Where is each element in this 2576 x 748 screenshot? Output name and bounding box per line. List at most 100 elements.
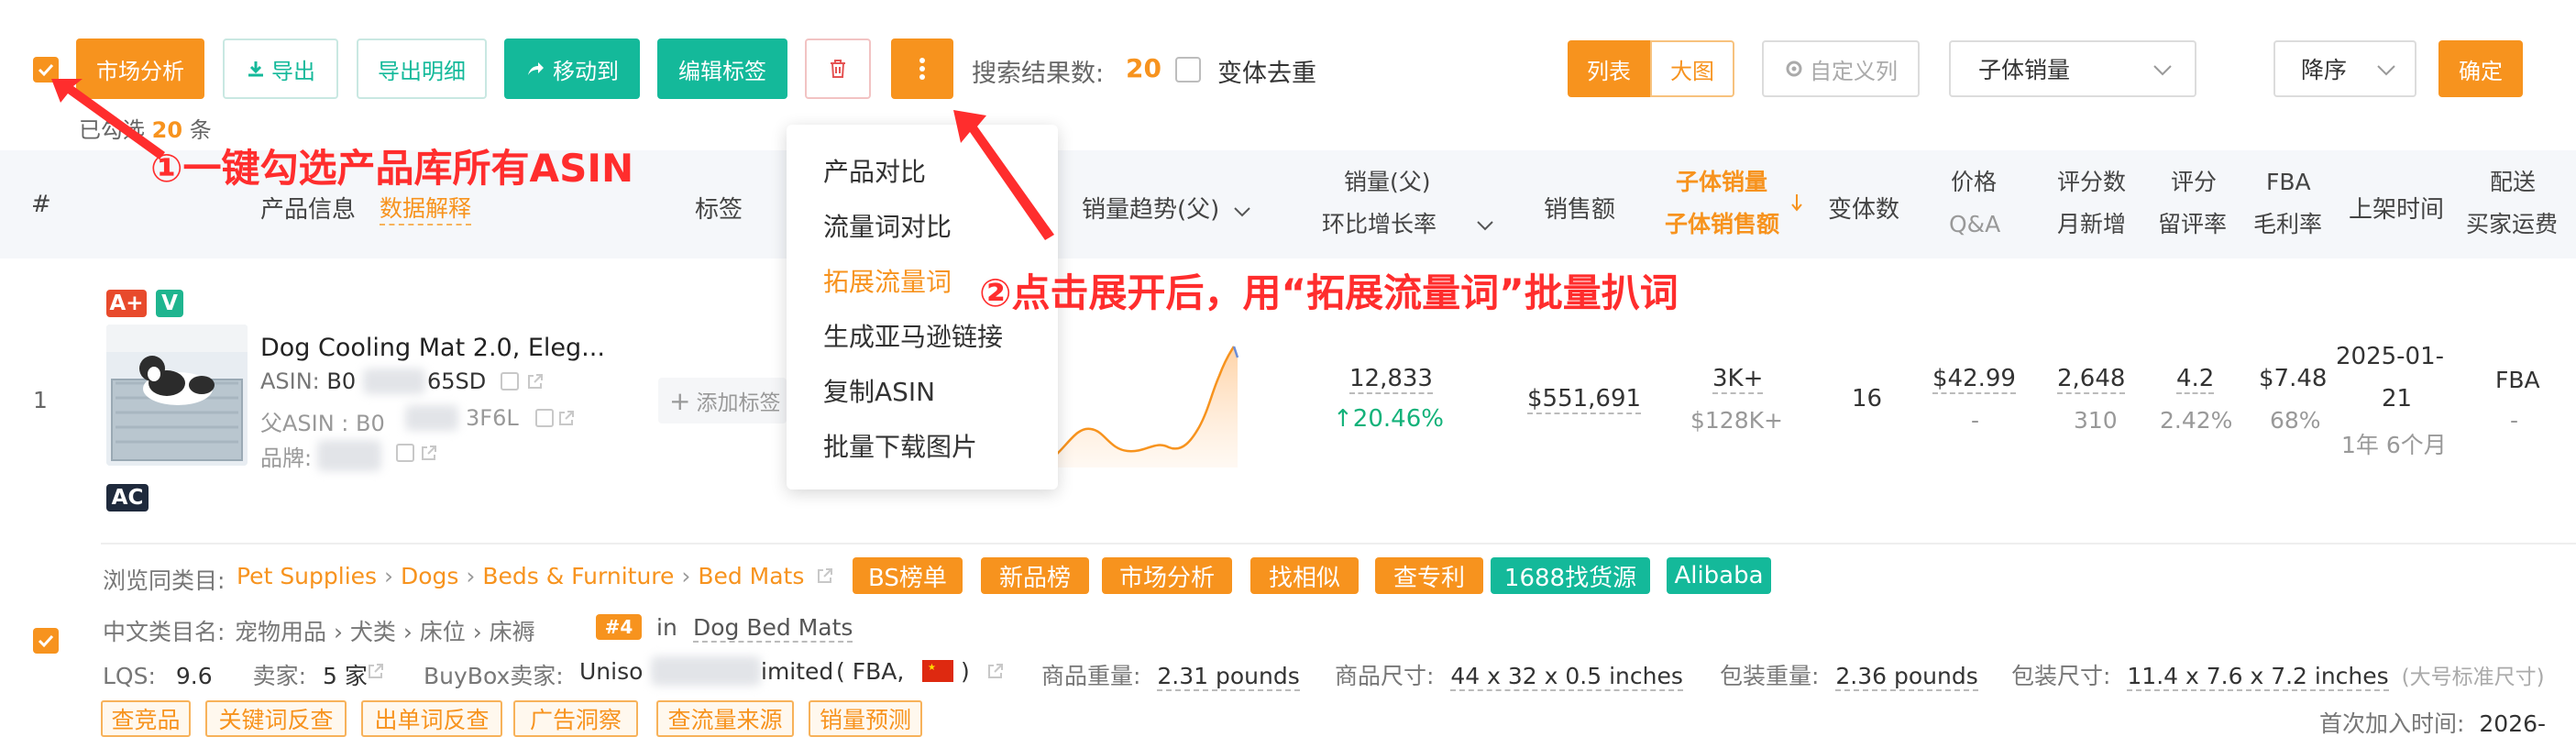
move-to-label: 移动到 xyxy=(553,58,619,84)
buybox-label: BuyBox卖家: xyxy=(424,663,564,689)
move-to-button[interactable]: 移动到 xyxy=(504,38,640,99)
category-path: Pet Supplies › Dogs › Beds & Furniture ›… xyxy=(237,563,805,589)
rank-category[interactable]: Dog Bed Mats xyxy=(693,614,853,643)
view-grid-button[interactable]: 大图 xyxy=(1650,40,1734,97)
annotation-arrow-2 xyxy=(953,110,1054,240)
view-list-button[interactable]: 列表 xyxy=(1568,40,1650,97)
external-link-icon[interactable] xyxy=(557,409,576,427)
result-count-value: 20 xyxy=(1126,53,1161,83)
size-info: 商品尺寸: 44 x 32 x 0.5 inches xyxy=(1335,658,1683,691)
sort-order-select[interactable]: 降序 xyxy=(2273,40,2416,97)
dedupe-checkbox[interactable] xyxy=(1175,57,1201,82)
child-sales-value[interactable]: 3K+ xyxy=(1712,365,1764,394)
view-list-label: 列表 xyxy=(1587,58,1631,84)
custom-columns-button[interactable]: 自定义列 xyxy=(1762,40,1920,97)
product-image[interactable] xyxy=(106,324,248,466)
external-link-icon[interactable] xyxy=(420,444,438,462)
pkg-weight-value: 2.36 pounds xyxy=(1835,663,1978,691)
pkg-size-value: 11.4 x 7.6 x 7.2 inches xyxy=(2127,663,2389,691)
external-link-icon[interactable] xyxy=(526,372,545,390)
check-patent-button[interactable]: 查专利 xyxy=(1375,557,1483,594)
market-analysis-tag-button[interactable]: 市场分析 xyxy=(1102,557,1232,594)
menu-item-traffic-word-compare[interactable]: 流量词对比 xyxy=(823,207,952,244)
ratings-value[interactable]: 2,648 xyxy=(2057,365,2126,394)
traffic-source-button[interactable]: 查流量来源 xyxy=(656,700,794,737)
category-label: 浏览同类目: xyxy=(103,567,226,594)
size-label: 商品尺寸: xyxy=(1335,663,1435,689)
confirm-button[interactable]: 确定 xyxy=(2438,40,2523,97)
trash-icon xyxy=(831,60,845,78)
more-vertical-icon xyxy=(919,58,925,80)
external-link-icon[interactable] xyxy=(367,662,385,680)
col-ratings: 评分数 xyxy=(2057,169,2127,195)
copy-icon[interactable] xyxy=(535,409,554,427)
parent-asin-end: 3F6L xyxy=(466,405,519,431)
source-1688-button[interactable]: 1688找货源 xyxy=(1491,557,1650,594)
custom-columns-label: 自定义列 xyxy=(1810,58,1898,84)
aplus-badge: A+ xyxy=(106,290,147,317)
edit-tags-button[interactable]: 编辑标签 xyxy=(657,38,787,99)
menu-item-batch-download-images[interactable]: 批量下载图片 xyxy=(823,427,977,464)
add-tag-button[interactable]: + 添加标签 xyxy=(658,378,787,424)
growth-value: ↑20.46% xyxy=(1333,405,1444,433)
retention-value: 2.42% xyxy=(2160,407,2233,434)
category-link-4[interactable]: Bed Mats xyxy=(698,563,804,589)
revenue-value[interactable]: $551,691 xyxy=(1527,385,1642,414)
sort-field-select[interactable]: 子体销量 xyxy=(1949,40,2196,97)
sales-forecast-button[interactable]: 销量预测 xyxy=(809,700,922,737)
menu-item-copy-asin[interactable]: 复制ASIN xyxy=(823,372,935,409)
col-listing-date: 上架时间 xyxy=(2349,196,2445,224)
check-competitors-button[interactable]: 查竞品 xyxy=(101,700,191,737)
menu-item-expand-traffic-words[interactable]: 拓展流量词 xyxy=(823,262,952,299)
more-actions-button[interactable] xyxy=(891,38,953,99)
price-value[interactable]: $42.99 xyxy=(1932,365,2016,394)
category-link-2[interactable]: Dogs xyxy=(401,563,458,589)
v-badge: V xyxy=(156,290,183,317)
arrow-up-icon: ↑ xyxy=(1333,405,1353,433)
export-button[interactable]: 导出 xyxy=(223,38,338,99)
col-sales-trend[interactable]: 销量趋势(父) xyxy=(1082,191,1251,225)
external-link-icon[interactable] xyxy=(986,662,1005,680)
row-checkbox[interactable] xyxy=(33,628,59,654)
export-detail-button[interactable]: 导出明细 xyxy=(357,38,487,99)
parent-asin-label: 父ASIN : xyxy=(260,411,349,436)
margin-value: 68% xyxy=(2270,407,2321,434)
growth-text: 20.46% xyxy=(1352,405,1444,433)
alibaba-button[interactable]: Alibaba xyxy=(1667,557,1771,594)
copy-icon[interactable] xyxy=(396,444,414,462)
weight-value: 2.31 pounds xyxy=(1157,663,1300,691)
col-tags: 标签 xyxy=(695,196,743,224)
category-link-3[interactable]: Beds & Furniture xyxy=(482,563,674,589)
ad-insight-button[interactable]: 广告洞察 xyxy=(513,700,638,737)
check-icon xyxy=(38,634,54,648)
data-explain-link[interactable]: 数据解释 xyxy=(380,191,472,226)
listing-date-line2: 21 xyxy=(2382,385,2413,412)
chevron-down-icon xyxy=(2377,65,2395,76)
col-child-sales[interactable]: 子体销量 xyxy=(1676,161,1767,204)
pkg-size-class: (大号标准尺寸) xyxy=(2401,666,2545,689)
delete-button[interactable] xyxy=(805,38,871,99)
first-added-value: 2026- xyxy=(2479,710,2547,737)
sales-value[interactable]: 12,833 xyxy=(1349,365,1433,394)
new-rank-button[interactable]: 新品榜 xyxy=(981,557,1089,594)
col-index: # xyxy=(31,191,51,218)
row-divider xyxy=(101,543,2576,544)
external-link-icon[interactable] xyxy=(816,566,834,585)
menu-item-generate-amazon-link[interactable]: 生成亚马逊链接 xyxy=(823,317,1003,354)
confirm-label: 确定 xyxy=(2459,58,2503,84)
chevron-down-icon[interactable] xyxy=(1476,220,1494,231)
rating-value[interactable]: 4.2 xyxy=(2176,365,2215,394)
sales-trend-sparkline[interactable] xyxy=(1054,339,1256,468)
copy-icon[interactable] xyxy=(501,372,519,390)
ac-badge: AC xyxy=(106,484,149,512)
bs-rank-button[interactable]: BS榜单 xyxy=(853,557,963,594)
order-word-reverse-button[interactable]: 出单词反查 xyxy=(361,700,502,737)
category-link-1[interactable]: Pet Supplies xyxy=(237,563,377,589)
keyword-reverse-button[interactable]: 关键词反查 xyxy=(205,700,347,737)
product-title[interactable]: Dog Cooling Mat 2.0, Eleg... xyxy=(260,334,605,362)
col-revenue: 销售额 xyxy=(1544,196,1616,224)
col-child-revenue[interactable]: 子体销售额 xyxy=(1665,204,1779,246)
menu-item-product-compare[interactable]: 产品对比 xyxy=(823,152,926,189)
gear-icon xyxy=(1786,60,1802,77)
find-similar-button[interactable]: 找相似 xyxy=(1250,557,1359,594)
